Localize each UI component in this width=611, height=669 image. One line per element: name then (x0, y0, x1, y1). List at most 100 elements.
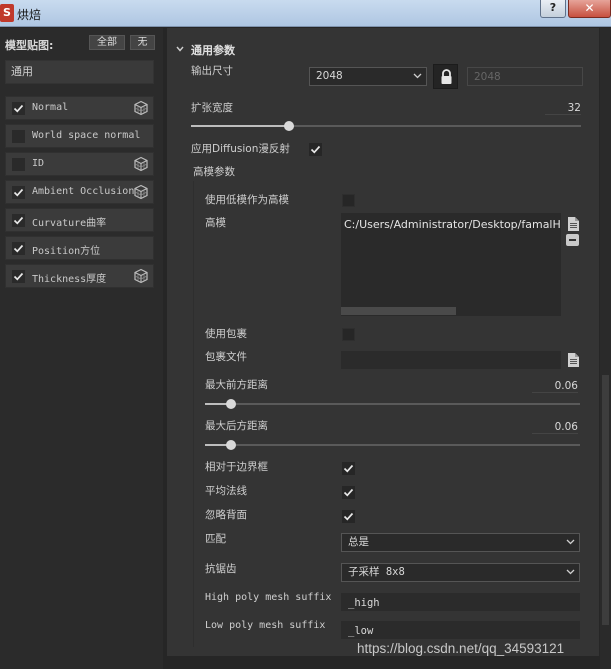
output-size-value: 2048 (316, 70, 343, 82)
high-poly-path: C:/Users/Administrator/Desktop/famalHe (344, 218, 561, 231)
use-cage-checkbox[interactable] (342, 328, 355, 341)
high-poly-file-list[interactable]: C:/Users/Administrator/Desktop/famalHe (341, 213, 561, 316)
checkmark-icon (343, 488, 354, 497)
select-none-button[interactable]: 无 (130, 35, 155, 50)
select-all-button[interactable]: 全部 (89, 35, 125, 50)
chevron-down-icon (566, 539, 575, 545)
map-item[interactable]: Position方位 (5, 236, 154, 260)
ignore-backface-checkbox[interactable] (342, 510, 355, 523)
dilation-value[interactable]: 32 (545, 102, 581, 115)
maps-header: 模型贴图: (5, 39, 54, 52)
checkmark-icon (13, 244, 24, 253)
map-checkbox[interactable] (12, 102, 25, 115)
use-lowpoly-as-high-checkbox[interactable] (342, 194, 355, 207)
map-item[interactable]: Thickness厚度 (5, 264, 154, 288)
map-label: Position方位 (32, 246, 101, 257)
map-label: Thickness厚度 (32, 274, 107, 285)
checkmark-icon (13, 104, 24, 113)
file-open-icon[interactable] (567, 216, 580, 232)
match-label: 匹配 (205, 533, 226, 545)
vertical-scrollbar[interactable] (600, 28, 611, 669)
map-label: ID (32, 158, 45, 169)
max-rear-distance-value[interactable]: 0.06 (532, 421, 578, 434)
max-front-distance-value[interactable]: 0.06 (532, 380, 578, 393)
output-size-select[interactable]: 2048 (309, 67, 427, 86)
low-poly-suffix-field[interactable]: _low (341, 621, 580, 639)
low-poly-suffix-label: Low poly mesh suffix (205, 620, 326, 631)
map-item[interactable]: Normal (5, 96, 154, 120)
chevron-down-icon (566, 569, 575, 575)
antialiasing-value: 子采样 8x8 (348, 566, 405, 578)
map-checkbox[interactable] (12, 270, 25, 283)
antialiasing-label: 抗锯齿 (205, 563, 237, 575)
match-value: 总是 (348, 536, 369, 548)
checkmark-icon (343, 464, 354, 473)
close-button[interactable]: ✕ (568, 0, 611, 18)
map-checkbox[interactable] (12, 130, 25, 143)
apply-diffusion-label: 应用Diffusion漫反射 (191, 143, 290, 155)
map-label: Ambient Occlusion (32, 186, 135, 197)
checkmark-icon (13, 188, 24, 197)
section-title: 通用参数 (191, 44, 235, 57)
lock-aspect-button[interactable] (433, 64, 458, 89)
ignore-backface-label: 忽略背面 (205, 509, 247, 521)
output-size-label: 输出尺寸 (191, 65, 233, 77)
map-checkbox[interactable] (12, 186, 25, 199)
app-logo-icon: S (0, 4, 14, 22)
high-poly-suffix-label: High poly mesh suffix (205, 592, 332, 603)
high-poly-list-scrollbar[interactable] (341, 307, 456, 315)
map-item[interactable]: Ambient Occlusion (5, 180, 154, 204)
high-poly-suffix-field[interactable]: _high (341, 593, 580, 611)
map-checkbox[interactable] (12, 158, 25, 171)
help-button[interactable]: ? (540, 0, 566, 18)
map-checkbox[interactable] (12, 214, 25, 227)
average-normals-label: 平均法线 (205, 485, 247, 497)
cage-file-label: 包裹文件 (205, 351, 247, 363)
relative-to-bbox-checkbox[interactable] (342, 462, 355, 475)
checkmark-icon (310, 145, 321, 154)
cube-icon[interactable] (133, 184, 149, 200)
max-rear-slider-handle[interactable] (226, 440, 236, 450)
checkmark-icon (13, 272, 24, 281)
max-rear-distance-label: 最大后方距离 (205, 420, 268, 432)
relative-to-bbox-label: 相对于边界框 (205, 461, 268, 473)
chevron-down-icon[interactable] (176, 45, 184, 53)
max-front-slider-handle[interactable] (226, 399, 236, 409)
output-size-secondary-field: 2048 (467, 67, 583, 86)
dilation-slider-fill (191, 125, 289, 127)
checkmark-icon (343, 512, 354, 521)
dilation-slider-handle[interactable] (284, 121, 294, 131)
average-normals-checkbox[interactable] (342, 486, 355, 499)
cube-icon[interactable] (133, 100, 149, 116)
window-title: 烘焙 (17, 8, 42, 22)
file-open-icon[interactable] (567, 352, 580, 368)
map-checkbox[interactable] (12, 242, 25, 255)
bake-window: S 烘焙 ? ✕ 模型贴图: 全部 无 通用 Normal World space… (0, 0, 611, 669)
match-select[interactable]: 总是 (341, 533, 580, 552)
max-rear-slider-track[interactable] (205, 444, 580, 446)
max-front-slider-track[interactable] (205, 403, 580, 405)
watermark-text: https://blog.csdn.net/qq_34593121 (357, 641, 565, 656)
title-bar: S 烘焙 ? ✕ (0, 0, 611, 27)
map-label: Curvature曲率 (32, 218, 107, 229)
max-front-distance-label: 最大前方距离 (205, 379, 268, 391)
cage-file-field[interactable] (341, 351, 561, 369)
chevron-down-icon (413, 73, 422, 79)
map-item[interactable]: Curvature曲率 (5, 208, 154, 232)
use-lowpoly-as-high-label: 使用低模作为高模 (205, 194, 289, 206)
cube-icon[interactable] (133, 156, 149, 172)
checkmark-icon (13, 216, 24, 225)
scrollbar-thumb[interactable] (602, 375, 609, 625)
map-label: World space normal (32, 130, 141, 141)
lock-icon (441, 69, 452, 84)
map-item[interactable]: World space normal (5, 124, 154, 148)
antialiasing-select[interactable]: 子采样 8x8 (341, 563, 580, 582)
apply-diffusion-checkbox[interactable] (309, 143, 322, 156)
remove-high-poly-button[interactable] (566, 234, 579, 246)
high-poly-label: 高模 (205, 217, 226, 229)
cube-icon[interactable] (133, 268, 149, 284)
dilation-label: 扩张宽度 (191, 102, 233, 114)
map-item[interactable]: ID (5, 152, 154, 176)
bake-mode-select[interactable]: 通用 (5, 60, 154, 84)
high-poly-section-title: 高模参数 (193, 166, 235, 178)
